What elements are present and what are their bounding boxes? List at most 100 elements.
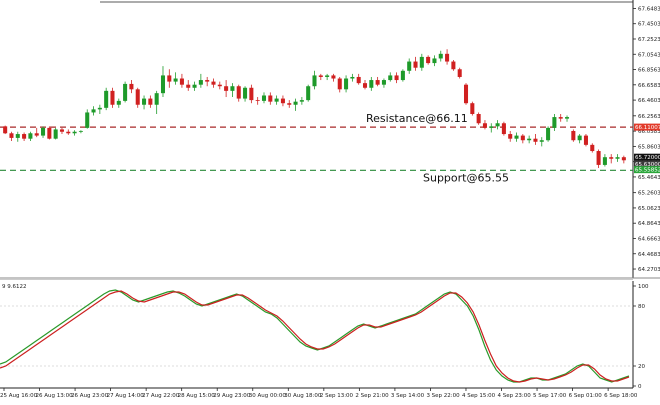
time-tick-label: 25 Aug 16:00 [0, 393, 38, 399]
candle-body [495, 123, 500, 127]
candle-body [211, 81, 216, 85]
price-tick-label: 65.06230 [638, 206, 660, 212]
candle-body [66, 131, 71, 134]
candle-body [85, 112, 90, 128]
candle-body [362, 83, 368, 88]
candle-body [426, 56, 431, 64]
candle-body [160, 75, 166, 94]
candle-body [135, 89, 140, 105]
candle-body [287, 103, 292, 105]
candle-body [306, 86, 311, 101]
candle-body [186, 84, 191, 88]
candle-body [110, 90, 115, 105]
candle-body [47, 127, 52, 139]
candle-body [590, 144, 595, 152]
candle-body [41, 127, 46, 136]
candle-body [463, 84, 469, 104]
candle-body [205, 80, 210, 82]
candle-body [179, 78, 184, 85]
candle-body [192, 84, 197, 88]
price-tag-label: 65.55852 [635, 168, 660, 174]
candle-body [609, 157, 614, 159]
candle-body [59, 129, 64, 132]
candle-body [34, 133, 39, 136]
price-tick-label: 66.85630 [638, 68, 660, 74]
candle-body [400, 70, 405, 81]
time-tick-label: 26 Aug 23:00 [71, 393, 109, 399]
candle-body [489, 126, 494, 128]
candle-body [129, 83, 134, 90]
time-tick-label: 4 Sep 15:00 [462, 393, 496, 399]
candle-body [350, 76, 355, 79]
candle-body [318, 75, 323, 77]
candle-body [325, 75, 330, 77]
candle-body [571, 130, 576, 141]
candle-body [167, 75, 172, 82]
candle-body [558, 117, 563, 119]
price-tick-label: 66.25630 [638, 114, 660, 120]
candle-body [293, 101, 298, 105]
candle-body [255, 100, 260, 101]
candle-body [375, 80, 380, 85]
candle-body [432, 58, 437, 64]
candle-body [217, 84, 222, 87]
candle-body [457, 69, 462, 77]
price-tick-label: 66.65830 [638, 83, 660, 89]
price-tick-label: 67.64830 [638, 6, 660, 12]
chart-background [0, 0, 660, 401]
candle-body [116, 100, 121, 105]
time-tick-label: 26 Aug 13:00 [36, 393, 74, 399]
indicator-tick-label: 80 [638, 304, 645, 310]
candle-body [527, 138, 532, 141]
candle-body [331, 75, 336, 79]
time-tick-label: 3 Sep 14:00 [391, 393, 425, 399]
time-tick-label: 2 Sep 21:00 [355, 393, 389, 399]
candle-body [344, 78, 349, 90]
candle-body [268, 95, 273, 102]
candle-body [394, 75, 399, 81]
candle-body [104, 90, 109, 108]
time-tick-label: 27 Aug 22:00 [142, 393, 180, 399]
price-tick-label: 64.27030 [638, 267, 660, 273]
candle-body [3, 126, 8, 134]
candle-body [173, 78, 178, 82]
candle-body [142, 98, 147, 105]
candle-body [552, 117, 557, 128]
support-label: Support@65.55 [423, 171, 509, 184]
time-tick-label: 6 Sep 01:00 [569, 393, 603, 399]
candle-body [482, 123, 487, 128]
price-tick-label: 67.05430 [638, 52, 660, 58]
candle-body [419, 56, 424, 68]
candle-body [413, 61, 418, 68]
time-tick-label: 27 Aug 14:00 [107, 393, 145, 399]
candle-body [154, 93, 159, 105]
current-price-label: 65.72000 [635, 155, 660, 161]
indicator-label: 9 9.6122 [2, 284, 27, 290]
candle-body [236, 86, 241, 99]
time-tick-label: 30 Aug 00:00 [249, 393, 287, 399]
candle-body [407, 61, 412, 71]
candle-body [369, 80, 374, 88]
price-tick-label: 64.66630 [638, 236, 660, 242]
candle-body [546, 127, 551, 141]
candle-body [476, 114, 481, 124]
price-tag-label: 66.11007 [635, 125, 660, 131]
candle-body [596, 151, 601, 165]
time-tick-label: 4 Sep 23:00 [498, 393, 532, 399]
candle-body [198, 80, 203, 85]
candle-body [22, 134, 27, 139]
time-tick-label: 2 Sep 13:00 [320, 393, 354, 399]
candle-body [15, 134, 20, 138]
price-tick-label: 65.86030 [638, 144, 660, 150]
candle-body [533, 138, 538, 142]
price-tick-label: 65.46430 [638, 175, 660, 181]
price-tick-label: 65.26030 [638, 191, 660, 197]
price-tick-label: 67.25230 [638, 37, 660, 43]
candle-body [602, 157, 607, 165]
candle-body [356, 76, 361, 84]
candle-body [381, 80, 386, 85]
candle-body [501, 123, 506, 135]
candle-body [621, 157, 626, 161]
price-tick-label: 64.46830 [638, 252, 660, 258]
candle-body [224, 86, 229, 91]
